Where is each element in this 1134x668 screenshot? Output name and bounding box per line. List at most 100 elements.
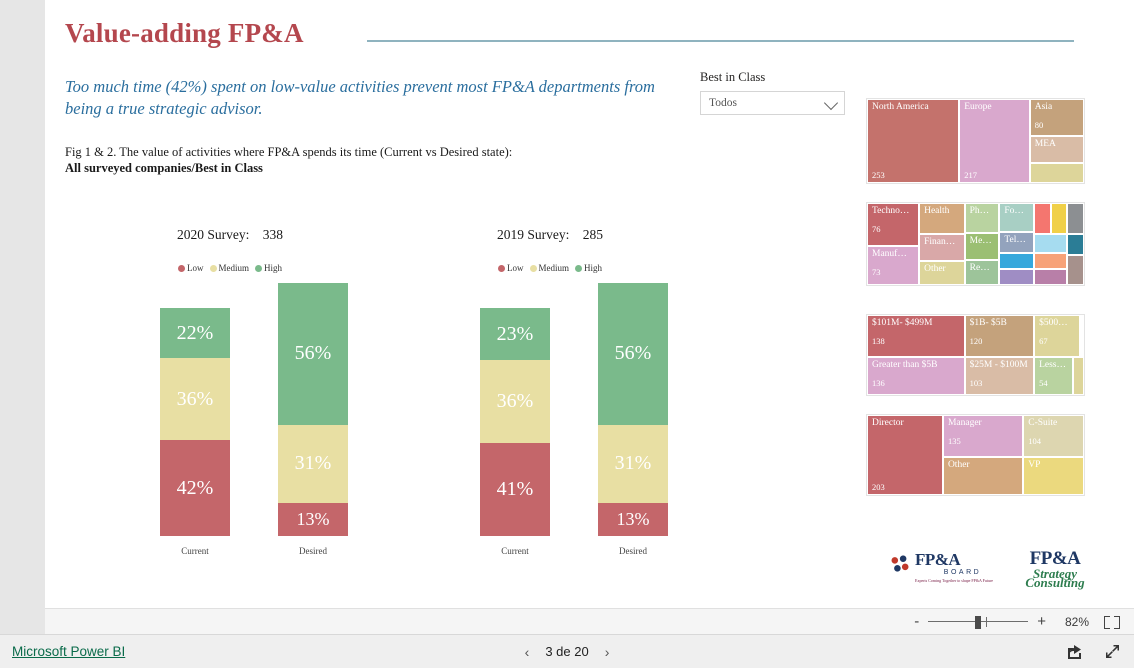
best-in-class-slicer: Best in Class Todos: [700, 70, 845, 115]
treemap-role[interactable]: Director 203 Manager 135 Other C-Suite 104 VP: [866, 414, 1085, 496]
treemap-revenue[interactable]: $101M- $499M 138 Greater than $5B 136 $1B- $…: [866, 314, 1085, 396]
legend-item-medium[interactable]: Medium: [209, 263, 249, 273]
treemap-tile-label: $25M - $100M: [969, 359, 1028, 370]
bar-segment-high[interactable]: 22%: [160, 308, 230, 359]
treemap-tile-value: 203: [872, 482, 885, 492]
treemap-tile[interactable]: Director 203: [867, 415, 943, 495]
treemap-tile[interactable]: [999, 253, 1035, 269]
treemap-tile[interactable]: Less… 54: [1034, 356, 1074, 395]
treemap-tile[interactable]: Fo…: [999, 203, 1035, 232]
bar-segment-medium[interactable]: 31%: [278, 424, 348, 504]
treemap-tile[interactable]: Ph…: [964, 203, 1000, 233]
treemap-tile[interactable]: [1066, 203, 1084, 235]
chevron-right-icon[interactable]: ›: [605, 644, 610, 660]
bar-column-current[interactable]: 22% 36% 42%: [160, 308, 230, 536]
fit-to-width-icon[interactable]: [1104, 615, 1120, 629]
slicer-selected-value: Todos: [709, 97, 737, 109]
share-icon[interactable]: [1066, 643, 1083, 660]
treemap-tile-label: Re…: [969, 262, 990, 273]
treemap-tile[interactable]: North America 253: [867, 99, 960, 183]
treemap-tile[interactable]: [1073, 356, 1084, 395]
page-navigation: ‹ 3 de 20 ›: [0, 635, 1134, 668]
treemap-tile[interactable]: Health: [919, 203, 965, 235]
treemap-tile[interactable]: Techno… 76: [867, 203, 920, 246]
bar-segment-high[interactable]: 23%: [480, 308, 550, 361]
treemap-tile[interactable]: Manager 135: [942, 415, 1024, 457]
title-divider: [367, 40, 1074, 42]
legend-item-low[interactable]: Low: [498, 263, 524, 273]
fpa-strategy-line2: Consulting: [1025, 575, 1085, 590]
zoom-slider-handle[interactable]: [975, 615, 982, 629]
treemap-region[interactable]: North America 253 Europe 217 Asia 80 MEA: [866, 98, 1085, 184]
bar-segment-high[interactable]: 56%: [278, 283, 348, 425]
fpa-board-logo: FP&A BOARD Experts Coming Together to sh…: [887, 550, 1010, 583]
treemap-tile[interactable]: $1B- $5B 120: [964, 315, 1035, 357]
zoom-out-button[interactable]: -: [914, 613, 919, 630]
treemap-tile[interactable]: $500… 67: [1034, 315, 1080, 357]
axis-label-desired: Desired: [299, 546, 327, 556]
treemap-tile[interactable]: Asia 80: [1029, 99, 1084, 136]
treemap-tile[interactable]: Re…: [964, 259, 1000, 285]
bar-segment-low[interactable]: 13%: [598, 503, 668, 536]
treemap-tile-label: Techno…: [872, 206, 910, 216]
bar-column-desired[interactable]: 56% 31% 13%: [278, 283, 348, 536]
chevron-left-icon[interactable]: ‹: [525, 644, 530, 660]
chart-2019-survey[interactable]: 2019 Survey: 285 Low Medium High 23% 36%…: [385, 215, 715, 560]
treemap-tile[interactable]: Greater than $5B 136: [867, 356, 965, 395]
treemap-tile[interactable]: VP: [1023, 456, 1084, 495]
treemap-industry[interactable]: Techno… 76 Manuf… 73 Health Finan… Other Ph… Me……: [866, 202, 1085, 286]
treemap-tile[interactable]: Me…: [964, 232, 1000, 260]
zoom-percent-label: 82%: [1064, 614, 1089, 629]
legend-item-medium[interactable]: Medium: [529, 263, 569, 273]
treemap-tile[interactable]: Other: [919, 261, 965, 285]
treemap-tile[interactable]: [1066, 234, 1084, 255]
treemap-tile[interactable]: [1034, 234, 1067, 254]
treemap-tile-label: Greater than $5B: [872, 359, 938, 370]
treemap-tile[interactable]: Other: [942, 456, 1024, 495]
fpa-board-tagline: Experts Coming Together to shape FP&A Fu…: [915, 578, 994, 583]
treemap-tile[interactable]: $25M - $100M 103: [964, 356, 1035, 395]
bar-segment-medium[interactable]: 36%: [480, 360, 550, 443]
bar-segment-medium[interactable]: 31%: [598, 424, 668, 504]
treemap-tile[interactable]: [1029, 162, 1084, 183]
chart-2019-legend: Low Medium High: [385, 263, 715, 273]
treemap-tile[interactable]: [1034, 269, 1067, 285]
treemap-tile[interactable]: Tel…: [999, 231, 1035, 253]
treemap-tile[interactable]: [1034, 203, 1052, 235]
report-canvas: Value-adding FP&A Too much time (42%) sp…: [45, 0, 1134, 608]
treemap-tile[interactable]: C-Suite 104: [1023, 415, 1084, 457]
legend-item-low[interactable]: Low: [178, 263, 204, 273]
zoom-in-button[interactable]: +: [1037, 613, 1046, 630]
bar-segment-low[interactable]: 13%: [278, 503, 348, 536]
treemap-tile-value: 80: [1034, 120, 1044, 130]
bar-column-current[interactable]: 23% 36% 41%: [480, 308, 550, 536]
treemap-tile[interactable]: MEA: [1029, 135, 1084, 163]
treemap-tile[interactable]: [1034, 253, 1067, 270]
bar-segment-low[interactable]: 41%: [480, 442, 550, 536]
bar-segment-medium[interactable]: 36%: [160, 358, 230, 441]
chart-2020-plot: 22% 36% 42% 56% 31% 13% Current Desired: [65, 283, 395, 558]
slicer-dropdown[interactable]: Todos: [700, 91, 845, 115]
treemap-tile[interactable]: Europe 217: [959, 99, 1030, 183]
treemap-tile[interactable]: Manuf… 73: [867, 245, 920, 285]
bar-segment-high[interactable]: 56%: [598, 283, 668, 425]
zoom-slider[interactable]: [928, 615, 1029, 629]
chart-2020-title: 2020 Survey:: [177, 227, 250, 242]
treemap-tile-value: 67: [1039, 336, 1048, 346]
legend-item-high[interactable]: High: [255, 263, 282, 273]
treemap-tile[interactable]: $101M- $499M 138: [867, 315, 965, 357]
treemap-tile-label: Director: [872, 418, 904, 428]
treemap-tile[interactable]: [1066, 254, 1084, 285]
fullscreen-icon-svg: [1106, 645, 1119, 658]
fullscreen-icon[interactable]: [1104, 643, 1121, 660]
treemap-tile[interactable]: [1051, 203, 1067, 235]
bar-segment-low[interactable]: 42%: [160, 440, 230, 536]
treemap-tile[interactable]: Finan…: [919, 234, 965, 262]
bar-column-desired[interactable]: 56% 31% 13%: [598, 283, 668, 536]
legend-item-high[interactable]: High: [575, 263, 602, 273]
chart-2020-survey[interactable]: 2020 Survey: 338 Low Medium High 22% 36%…: [65, 215, 395, 560]
treemap-tile-value: 103: [969, 377, 983, 388]
treemap-tile-label: MEA: [1034, 138, 1056, 149]
treemap-tile[interactable]: [999, 268, 1035, 285]
legend-label-low: Low: [187, 263, 204, 273]
